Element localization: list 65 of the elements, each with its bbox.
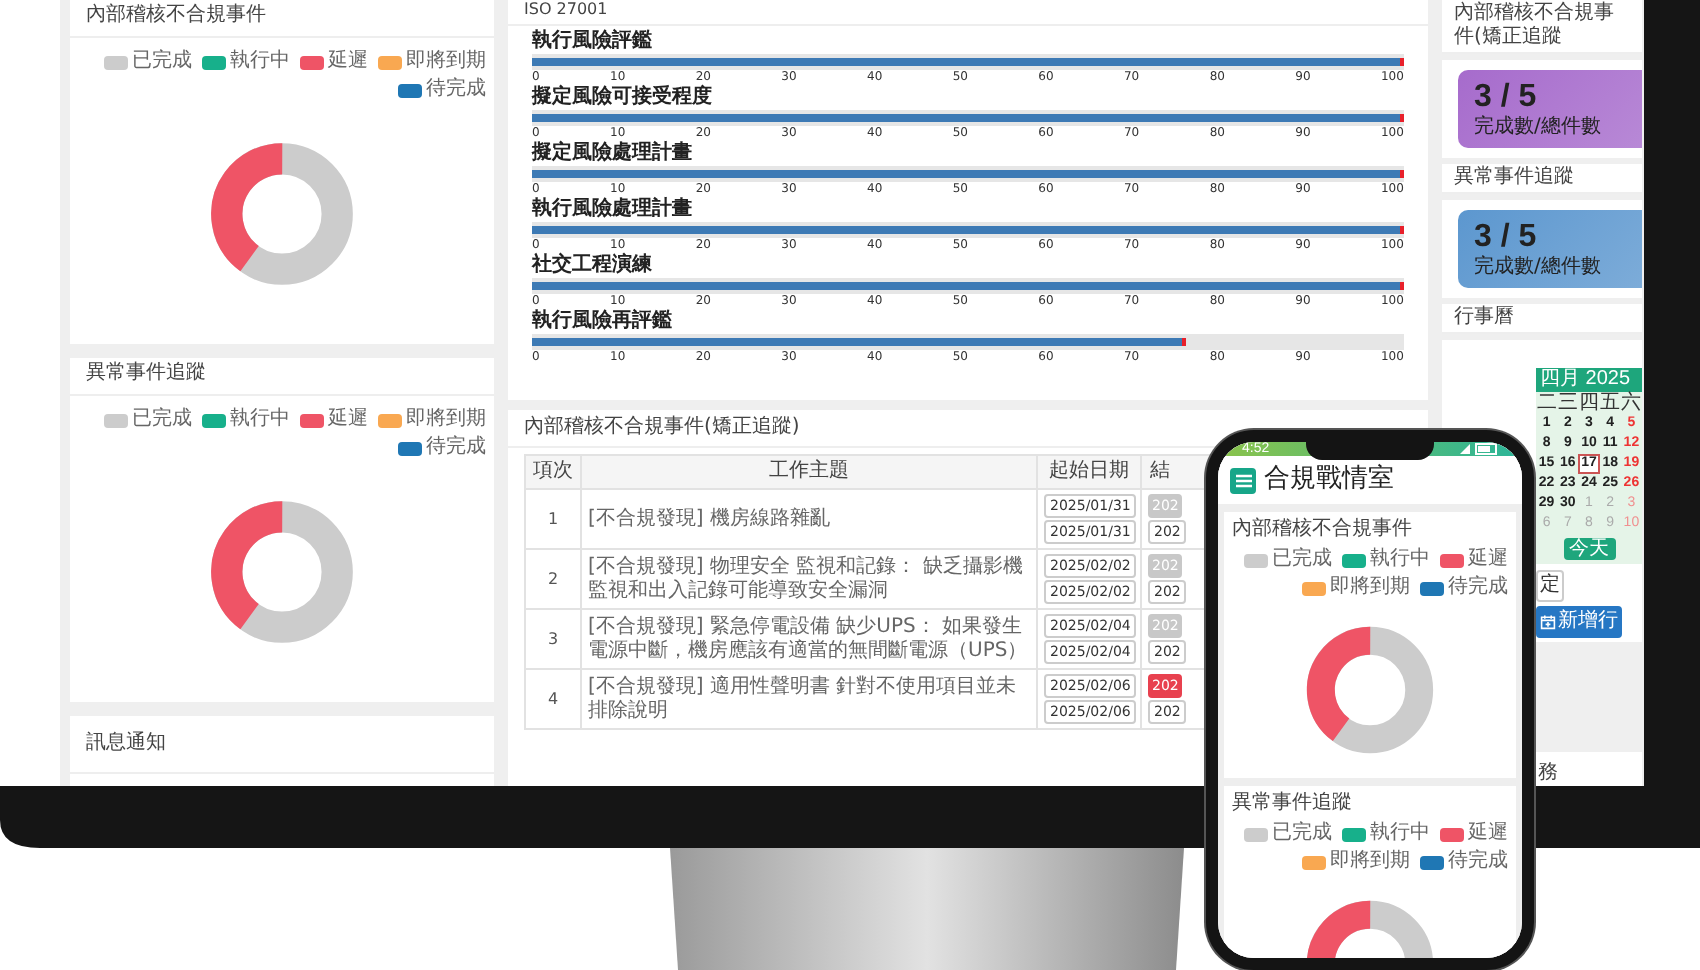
legend-label: 延遲 <box>328 50 368 74</box>
menu-button[interactable] <box>1230 467 1256 493</box>
donut-chart-drawing <box>211 143 353 285</box>
legend-label: 待完成 <box>1448 576 1508 600</box>
donut-chart-drawing <box>211 501 353 643</box>
table-cell: 2 <box>525 549 581 609</box>
weekday-label: 二 <box>1536 392 1558 414</box>
legend-label: 延遲 <box>328 408 368 432</box>
stat-value: 3 / 5 <box>1474 218 1539 255</box>
settings-button[interactable]: 定 <box>1536 570 1564 602</box>
legend-label: 即將到期 <box>1330 576 1410 600</box>
legend-label: 待完成 <box>1448 850 1508 874</box>
panel-title: 內部稽核不合規事件 <box>70 0 494 38</box>
legend-label: 延遲 <box>1468 548 1508 572</box>
legend-label: 已完成 <box>1272 548 1332 572</box>
gauge-label: 執行風險評鑑 <box>532 30 654 54</box>
legend-label: 已完成 <box>132 50 192 74</box>
legend-label: 已完成 <box>1272 822 1332 846</box>
legend-label: 待完成 <box>426 436 486 460</box>
legend-label: 延遲 <box>1468 822 1508 846</box>
table-cell: [不合規發現] 緊急停電設備 缺少UPS： 如果發生電源中斷，機房應該有適當的無間斷電源（UPS） <box>581 609 1037 669</box>
table-cell: 1 <box>525 489 581 549</box>
gauge-label: 社交工程演練 <box>532 254 654 278</box>
column-header: 工作主題 <box>581 455 1037 489</box>
table-cell: 3 <box>525 609 581 669</box>
panel-title: 內部稽核不合規事件(矯正追蹤 <box>1442 0 1642 54</box>
calendar-plus-icon <box>1540 614 1556 630</box>
stat-caption: 完成數/總件數 <box>1474 256 1603 280</box>
legend-label: 執行中 <box>230 50 290 74</box>
panel-title: ISO 27001 <box>508 0 1428 26</box>
legend-label: 執行中 <box>230 408 290 432</box>
stat-caption: 完成數/總件數 <box>1474 116 1603 140</box>
panel-title: 異常事件追蹤 <box>1442 164 1642 194</box>
donut-chart-drawing <box>1306 626 1434 754</box>
legend-label: 即將到期 <box>1330 850 1410 874</box>
legend-label: 即將到期 <box>406 50 486 74</box>
table-cell: [不合規發現] 物理安全 監視和記錄： 缺乏攝影機監視和出入記錄可能導致安全漏洞 <box>581 549 1037 609</box>
panel-title: 行事曆 <box>1442 304 1642 334</box>
gauge-label: 執行風險處理計畫 <box>532 198 694 222</box>
table-cell: 4 <box>525 669 581 729</box>
column-header: 起始日期 <box>1037 455 1141 489</box>
panel-title: 異常事件追蹤 <box>70 358 494 396</box>
stat-value: 3 / 5 <box>1474 78 1539 115</box>
phone-notch <box>1306 442 1434 460</box>
table-cell: [不合規發現] 適用性聲明書 針對不使用項目並未排除說明 <box>581 669 1037 729</box>
panel-title: 異常事件追蹤 <box>1232 792 1352 816</box>
weekday-label: 四 <box>1578 392 1600 414</box>
table-cell: [不合規發現] 機房線路雜亂 <box>581 489 1037 549</box>
weekday-label: 三 <box>1557 392 1579 414</box>
menu-icon <box>1235 473 1251 487</box>
weekday-label: 五 <box>1599 392 1621 414</box>
donut-chart-drawing <box>1306 900 1434 958</box>
calendar-header: 四月 2025 <box>1536 368 1642 392</box>
column-header: 項次 <box>525 455 581 489</box>
add-event-button[interactable]: 新增行 <box>1536 606 1622 638</box>
legend-label: 已完成 <box>132 408 192 432</box>
gauge-label: 擬定風險處理計畫 <box>532 142 694 166</box>
panel-title: 內部稽核不合規事件 <box>1232 518 1412 542</box>
legend-label: 即將到期 <box>406 408 486 432</box>
legend-label: 待完成 <box>426 78 486 102</box>
gauge-label: 執行風險再評鑑 <box>532 310 674 334</box>
gauge-label: 擬定風險可接受程度 <box>532 86 714 110</box>
legend-label: 執行中 <box>1370 548 1430 572</box>
weekday-label: 六 <box>1621 392 1642 414</box>
legend-label: 執行中 <box>1370 822 1430 846</box>
